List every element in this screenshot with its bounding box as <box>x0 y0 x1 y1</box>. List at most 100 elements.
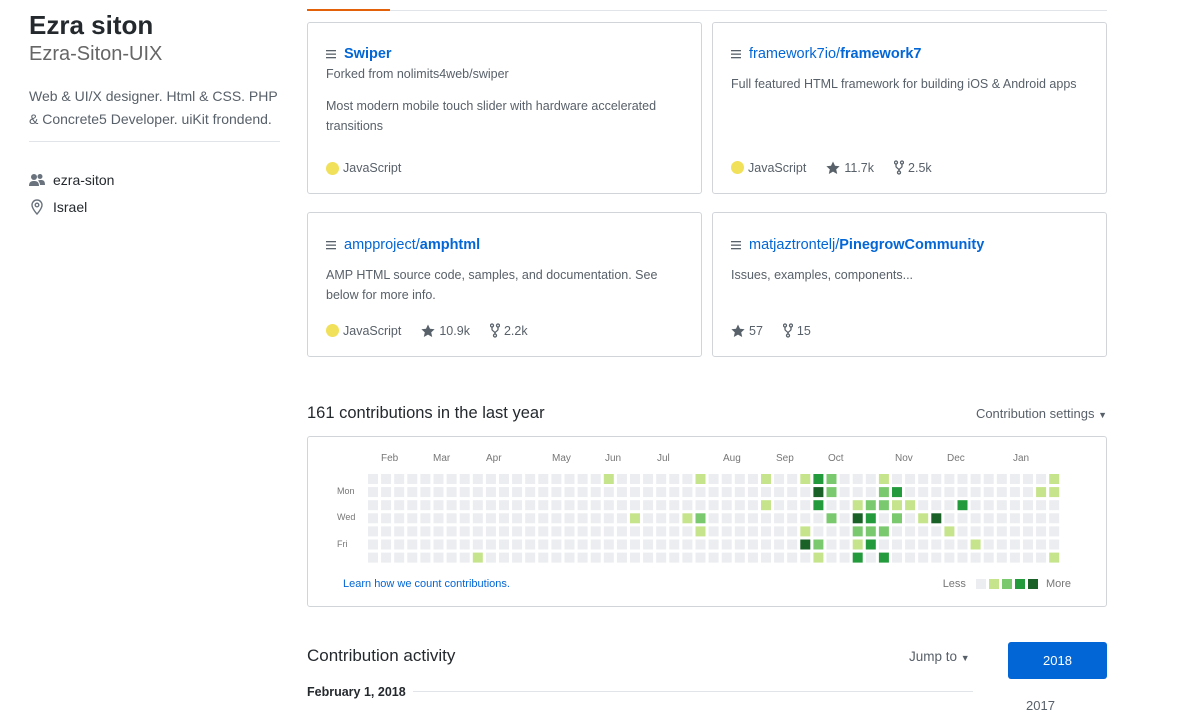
contribution-day[interactable] <box>970 513 981 524</box>
contribution-day[interactable] <box>499 487 509 498</box>
contribution-day[interactable] <box>826 552 837 563</box>
contribution-day[interactable] <box>394 539 405 550</box>
contribution-day[interactable] <box>800 474 811 484</box>
contribution-day[interactable] <box>525 500 536 511</box>
contribution-day[interactable] <box>499 513 509 524</box>
contribution-day[interactable] <box>1023 526 1033 537</box>
contribution-day[interactable] <box>734 500 745 511</box>
repo-forks[interactable]: 2.2k <box>489 323 528 338</box>
contribution-day[interactable] <box>512 552 523 563</box>
contribution-day[interactable] <box>983 526 994 537</box>
contribution-day[interactable] <box>682 539 693 550</box>
contribution-day[interactable] <box>485 539 496 550</box>
contribution-day[interactable] <box>761 474 771 484</box>
contribution-day[interactable] <box>630 487 640 498</box>
contribution-day[interactable] <box>918 552 929 563</box>
contribution-day[interactable] <box>433 552 444 563</box>
contribution-day[interactable] <box>525 552 536 563</box>
contribution-day[interactable] <box>826 487 837 498</box>
repo-stars[interactable]: 11.7k <box>826 161 874 175</box>
contribution-day[interactable] <box>747 552 758 563</box>
contribution-day[interactable] <box>1009 487 1020 498</box>
contribution-day[interactable] <box>1036 500 1047 511</box>
contribution-day[interactable] <box>472 552 483 563</box>
contribution-day[interactable] <box>538 539 549 550</box>
contribution-day[interactable] <box>905 552 916 563</box>
contribution-day[interactable] <box>551 474 562 484</box>
contribution-day[interactable] <box>970 487 981 498</box>
contribution-day[interactable] <box>695 500 706 511</box>
contribution-day[interactable] <box>472 513 483 524</box>
contribution-day[interactable] <box>669 487 680 498</box>
contribution-day[interactable] <box>983 487 994 498</box>
contribution-day[interactable] <box>983 552 994 563</box>
contribution-day[interactable] <box>747 513 758 524</box>
contribution-day[interactable] <box>839 526 850 537</box>
contribution-day[interactable] <box>446 552 457 563</box>
contribution-day[interactable] <box>852 487 863 498</box>
contribution-day[interactable] <box>852 500 863 511</box>
contribution-day[interactable] <box>538 487 549 498</box>
contribution-day[interactable] <box>708 474 719 484</box>
contribution-day[interactable] <box>747 474 758 484</box>
contribution-day[interactable] <box>577 513 588 524</box>
contribution-day[interactable] <box>996 474 1007 484</box>
contribution-day[interactable] <box>485 487 496 498</box>
contribution-day[interactable] <box>931 474 942 484</box>
contribution-day[interactable] <box>747 487 758 498</box>
contribution-day[interactable] <box>669 513 680 524</box>
contribution-day[interactable] <box>957 474 968 484</box>
contribution-day[interactable] <box>996 539 1007 550</box>
contribution-day[interactable] <box>878 513 889 524</box>
contribution-day[interactable] <box>918 526 929 537</box>
contribution-day[interactable] <box>721 474 732 484</box>
contribution-day[interactable] <box>826 539 837 550</box>
contribution-day[interactable] <box>1036 526 1047 537</box>
contribution-day[interactable] <box>381 487 392 498</box>
contribution-day[interactable] <box>761 513 771 524</box>
contribution-day[interactable] <box>800 526 811 537</box>
contribution-day[interactable] <box>643 500 654 511</box>
contribution-day[interactable] <box>918 539 929 550</box>
jump-to-dropdown[interactable]: Jump to ▼ <box>909 649 970 664</box>
contribution-day[interactable] <box>970 526 981 537</box>
contribution-day[interactable] <box>407 513 418 524</box>
contribution-day[interactable] <box>970 474 981 484</box>
learn-contributions-link[interactable]: Learn how we count contributions. <box>343 578 510 590</box>
contribution-day[interactable] <box>420 526 431 537</box>
contribution-day[interactable] <box>433 474 444 484</box>
contribution-day[interactable] <box>459 552 470 563</box>
contribution-day[interactable] <box>944 539 955 550</box>
contribution-day[interactable] <box>1023 487 1033 498</box>
contribution-day[interactable] <box>1023 513 1033 524</box>
contribution-day[interactable] <box>787 526 798 537</box>
contribution-day[interactable] <box>721 487 732 498</box>
contribution-day[interactable] <box>459 487 470 498</box>
contribution-day[interactable] <box>905 474 916 484</box>
contribution-day[interactable] <box>472 526 483 537</box>
contribution-day[interactable] <box>682 552 693 563</box>
contribution-day[interactable] <box>944 487 955 498</box>
contribution-day[interactable] <box>852 539 863 550</box>
contribution-day[interactable] <box>381 552 392 563</box>
contribution-day[interactable] <box>682 526 693 537</box>
contribution-day[interactable] <box>852 526 863 537</box>
contribution-day[interactable] <box>669 552 680 563</box>
year-link-2017[interactable]: 2017 <box>1026 698 1055 713</box>
contribution-day[interactable] <box>839 474 850 484</box>
contribution-day[interactable] <box>603 526 614 537</box>
contribution-day[interactable] <box>813 539 824 550</box>
contribution-day[interactable] <box>761 500 771 511</box>
contribution-day[interactable] <box>708 513 719 524</box>
contribution-day[interactable] <box>1049 526 1060 537</box>
contribution-day[interactable] <box>485 526 496 537</box>
contribution-day[interactable] <box>734 552 745 563</box>
contribution-day[interactable] <box>931 500 942 511</box>
contribution-day[interactable] <box>826 474 837 484</box>
contribution-day[interactable] <box>1049 552 1060 563</box>
repo-forks[interactable]: 2.5k <box>894 160 932 175</box>
contribution-day[interactable] <box>656 513 667 524</box>
contribution-day[interactable] <box>669 539 680 550</box>
contribution-day[interactable] <box>878 552 889 563</box>
contribution-day[interactable] <box>381 474 392 484</box>
